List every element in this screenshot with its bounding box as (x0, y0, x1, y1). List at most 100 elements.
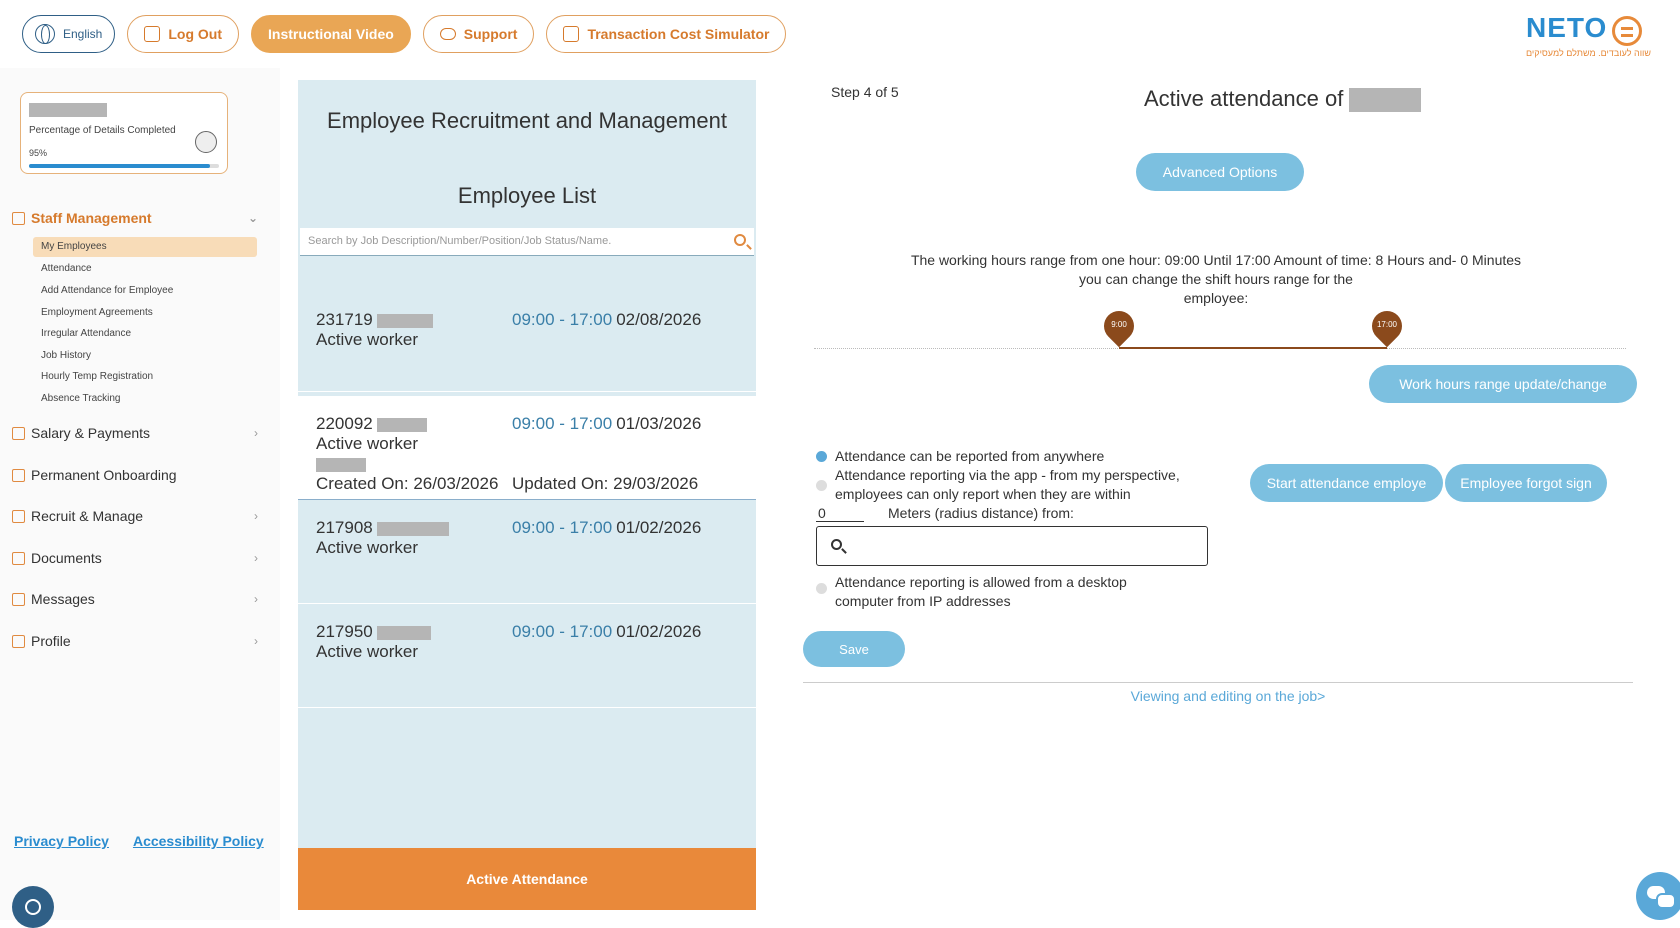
redacted-name (316, 457, 366, 472)
globe-icon (35, 24, 55, 44)
avatar-icon (195, 131, 217, 153)
start-time-label: 9:00 (1111, 320, 1127, 329)
address-search-input[interactable] (816, 526, 1208, 566)
employee-status: Active worker (316, 330, 419, 349)
employee-id: 220092 (316, 414, 373, 433)
chevron-down-icon: ⌄ (247, 211, 258, 225)
start-attendance-button[interactable]: Start attendance employe (1250, 464, 1443, 502)
employee-id: 217908 (316, 518, 373, 537)
simulator-button[interactable]: Transaction Cost Simulator (546, 15, 787, 53)
sidebar-sub-job-history[interactable]: Job History (33, 346, 257, 366)
sidebar-sub-irregular-attendance[interactable]: Irregular Attendance (33, 324, 257, 344)
calculator-icon (563, 26, 580, 42)
employee-date: 01/02/2026 (616, 622, 702, 641)
advanced-options-button[interactable]: Advanced Options (1136, 153, 1304, 191)
option-anywhere-label: Attendance can be reported from anywhere (835, 448, 1105, 464)
employee-status: Active worker (316, 642, 419, 661)
sidebar-sub-absence-tracking[interactable]: Absence Tracking (33, 389, 257, 409)
work-hours-update-button[interactable]: Work hours range update/change (1369, 365, 1637, 403)
option-anywhere[interactable]: Attendance can be reported from anywhere (816, 447, 1104, 466)
attendance-title: Active attendance of (1144, 86, 1422, 113)
search-icon (831, 539, 842, 550)
privacy-policy-link[interactable]: Privacy Policy (14, 833, 109, 849)
sidebar: Percentage of Details Completed 95% Staf… (0, 68, 280, 920)
messages-icon (12, 592, 25, 606)
employee-time: 09:00 - 17:00 (512, 414, 613, 433)
profile-card[interactable]: Percentage of Details Completed 95% (20, 92, 228, 174)
attendance-title-text: Active attendance of (1144, 86, 1344, 111)
hours-line-3: employee: (1183, 290, 1249, 306)
language-button[interactable]: English (22, 15, 116, 53)
sidebar-item-profile[interactable]: Profile › (12, 633, 258, 649)
meters-input[interactable]: 0 (816, 505, 864, 522)
search-placeholder: Search by Job Description/Number/Positio… (308, 235, 612, 247)
instructional-video-label: Instructional Video (268, 26, 394, 42)
employee-time: 09:00 - 17:00 (512, 310, 613, 329)
sidebar-item-staff-management[interactable]: Staff Management ⌄ (12, 210, 258, 226)
support-label: Support (463, 26, 518, 42)
chevron-right-icon: › (254, 551, 258, 565)
view-edit-job-link[interactable]: Viewing and editing on the job> (756, 688, 1680, 704)
employee-status: Active worker (316, 538, 419, 557)
search-icon[interactable] (734, 234, 746, 246)
option-desktop-ip-text: Attendance reporting is allowed from a d… (835, 573, 1127, 611)
support-button[interactable]: Support (422, 15, 535, 53)
active-attendance-button[interactable]: Active Attendance (298, 848, 756, 910)
meters-label: Meters (radius distance) from: (888, 505, 1074, 521)
end-time-label: 17:00 (1376, 320, 1398, 329)
accessibility-policy-link[interactable]: Accessibility Policy (133, 833, 264, 849)
attendance-settings-panel: Step 4 of 5 Active attendance of Advance… (756, 68, 1680, 920)
save-button[interactable]: Save (803, 631, 905, 667)
staff-icon (12, 211, 25, 225)
employee-row[interactable]: 220092 09:00 - 17:00 01/03/2026 Active wo… (298, 396, 756, 500)
employee-forgot-sign-button[interactable]: Employee forgot sign (1445, 464, 1607, 502)
sidebar-sub-add-attendance[interactable]: Add Attendance for Employee (33, 281, 257, 301)
logout-button[interactable]: Log Out (127, 15, 240, 53)
employee-updated: Updated On: 29/03/2026 (512, 474, 699, 493)
policy-links: Privacy Policy Accessibility Policy (14, 833, 264, 849)
panel-title: Employee Recruitment and Management (327, 108, 727, 133)
sidebar-item-label: Documents (31, 550, 102, 566)
sidebar-item-recruit[interactable]: Recruit & Manage › (12, 508, 258, 524)
sidebar-sub-hourly-temp[interactable]: Hourly Temp Registration (33, 367, 257, 387)
sidebar-item-label: Staff Management (31, 210, 152, 226)
radio-icon[interactable] (816, 480, 827, 491)
employee-date: 02/08/2026 (616, 310, 702, 329)
logout-icon (144, 26, 161, 42)
sidebar-item-messages[interactable]: Messages › (12, 591, 258, 607)
sidebar-item-label: Profile (31, 633, 71, 649)
divider (803, 682, 1633, 683)
sidebar-item-salary[interactable]: Salary & Payments › (12, 425, 258, 441)
employee-search-input[interactable]: Search by Job Description/Number/Positio… (300, 228, 754, 256)
employee-row[interactable]: 231719 09:00 - 17:00 02/08/2026 Active wo… (298, 292, 756, 392)
sidebar-sub-attendance[interactable]: Attendance (33, 259, 257, 279)
instructional-video-button[interactable]: Instructional Video (251, 15, 411, 53)
employee-status: Active worker (316, 434, 419, 453)
sidebar-item-onboarding[interactable]: Permanent Onboarding (12, 467, 258, 483)
sidebar-sub-my-employees[interactable]: My Employees (33, 237, 257, 257)
recruit-icon (12, 509, 25, 523)
documents-icon (12, 551, 25, 565)
meters-row: 0 Meters (radius distance) from: (816, 505, 1074, 522)
chevron-right-icon: › (254, 592, 258, 606)
chat-icon[interactable] (1636, 872, 1680, 920)
top-bar: English Log Out Instructional Video Supp… (0, 0, 1680, 68)
sidebar-sub-employment-agreements[interactable]: Employment Agreements (33, 303, 257, 323)
option-app-radius[interactable]: Attendance reporting via the app - from … (816, 466, 1180, 504)
logout-label: Log Out (168, 26, 223, 42)
hours-line-1: The working hours range from one hour: 0… (910, 252, 1522, 268)
employee-date: 01/03/2026 (616, 414, 702, 433)
radio-icon[interactable] (816, 583, 827, 594)
sidebar-item-documents[interactable]: Documents › (12, 550, 258, 566)
radio-selected-icon[interactable] (816, 451, 827, 462)
employee-row[interactable]: 217950 09:00 - 17:00 01/02/2026 Active wo… (298, 604, 756, 708)
option-desktop-ip[interactable]: Attendance reporting is allowed from a d… (816, 573, 1127, 611)
accessibility-icon[interactable] (12, 886, 54, 928)
option-app-radius-text: Attendance reporting via the app - from … (835, 466, 1180, 504)
sidebar-item-label: Salary & Payments (31, 425, 151, 441)
redacted-name (29, 102, 107, 117)
profile-progress-bar (29, 164, 219, 168)
profile-completion-percent: 95% (29, 148, 48, 158)
employee-time: 09:00 - 17:00 (512, 622, 613, 641)
employee-row[interactable]: 217908 09:00 - 17:00 01/02/2026 Active wo… (298, 500, 756, 604)
